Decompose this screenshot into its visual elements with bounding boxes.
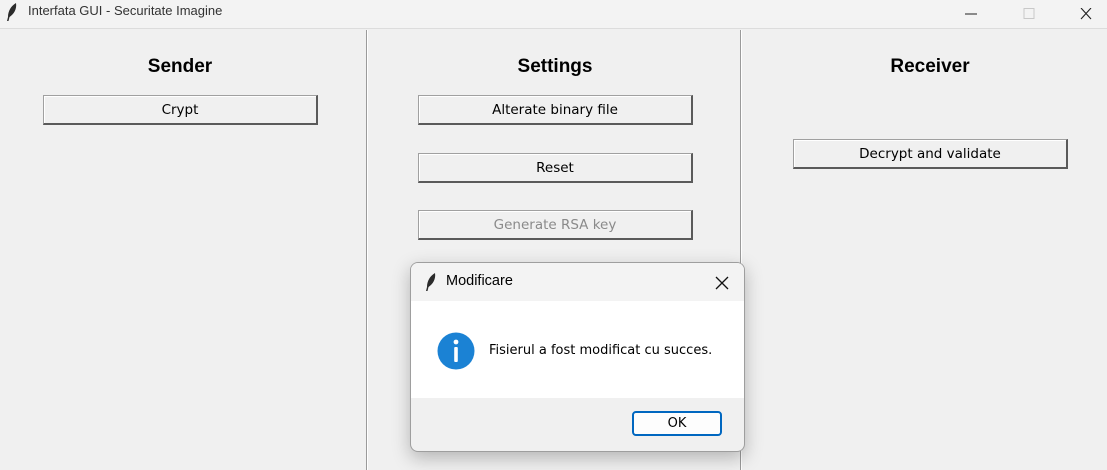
alterate-binary-file-button[interactable]: Alterate binary file: [418, 95, 693, 125]
settings-heading: Settings: [517, 56, 593, 77]
receiver-panel: [743, 30, 1107, 470]
feather-icon: [426, 273, 436, 291]
reset-button[interactable]: Reset: [418, 153, 693, 183]
dialog-close-button[interactable]: [707, 271, 737, 295]
receiver-heading: Receiver: [890, 56, 970, 77]
close-icon: [715, 276, 729, 290]
ok-button[interactable]: OK: [632, 411, 722, 436]
generate-rsa-key-button[interactable]: Generate RSA key: [418, 210, 693, 240]
minimize-icon: [965, 13, 977, 15]
crypt-button[interactable]: Crypt: [43, 95, 318, 125]
dialog-message: Fisierul a fost modificat cu succes.: [489, 343, 713, 358]
decrypt-and-validate-button[interactable]: Decrypt and validate: [793, 139, 1068, 169]
close-button[interactable]: [1063, 0, 1107, 28]
window-titlebar[interactable]: Interfata GUI - Securitate Imagine: [0, 0, 1107, 29]
close-icon: [1080, 8, 1092, 20]
dialog-title: Modificare: [446, 273, 513, 289]
maximize-button[interactable]: [1006, 0, 1052, 28]
message-dialog: Modificare Fisierul a fost modificat cu …: [410, 262, 745, 452]
dialog-body: Fisierul a fost modificat cu succes.: [411, 301, 744, 398]
minimize-button[interactable]: [948, 0, 994, 28]
maximize-icon: [1023, 8, 1035, 19]
info-icon: [437, 332, 475, 370]
feather-icon: [7, 3, 17, 21]
dialog-titlebar[interactable]: Modificare: [411, 263, 744, 301]
sender-heading: Sender: [147, 56, 213, 77]
window-title: Interfata GUI - Securitate Imagine: [28, 3, 223, 18]
